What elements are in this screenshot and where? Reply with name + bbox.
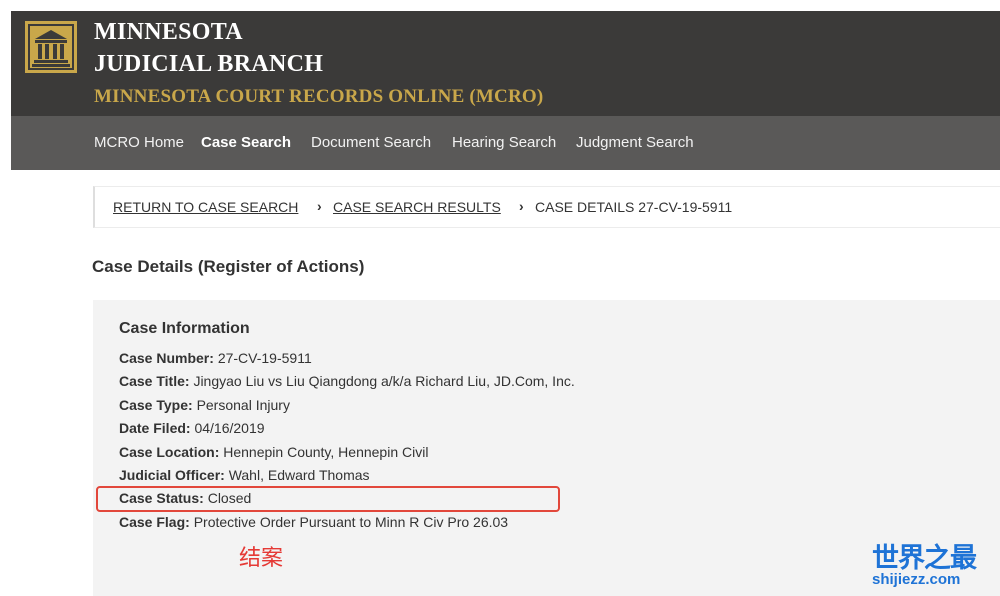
field-label: Case Location: bbox=[119, 444, 220, 460]
brand-name-line2: JUDICIAL BRANCH bbox=[94, 51, 324, 77]
field-label: Date Filed: bbox=[119, 420, 191, 436]
field-value: Personal Injury bbox=[196, 397, 290, 413]
field-case-number: Case Number: 27-CV-19-5911 bbox=[119, 350, 312, 366]
watermark-url: shijiezz.com bbox=[872, 571, 961, 588]
courthouse-icon[interactable] bbox=[25, 21, 77, 73]
field-value: 27-CV-19-5911 bbox=[217, 350, 312, 366]
field-case-status: Case Status: Closed bbox=[119, 490, 251, 506]
field-label: Judicial Officer: bbox=[119, 467, 225, 483]
field-value: Closed bbox=[207, 490, 252, 506]
field-case-location: Case Location: Hennepin County, Hennepin… bbox=[119, 444, 428, 460]
field-case-title: Case Title: Jingyao Liu vs Liu Qiangdong… bbox=[119, 373, 575, 389]
case-information-panel: Case Information Case Number: 27-CV-19-5… bbox=[93, 300, 1000, 596]
site-subtitle: MINNESOTA COURT RECORDS ONLINE (MCRO) bbox=[94, 86, 544, 107]
left-margin bbox=[0, 0, 11, 596]
field-value: 04/16/2019 bbox=[194, 420, 265, 436]
site-header: MINNESOTA JUDICIAL BRANCH MINNESOTA COUR… bbox=[11, 11, 1000, 116]
page-title: Case Details (Register of Actions) bbox=[92, 257, 365, 276]
field-value: Jingyao Liu vs Liu Qiangdong a/k/a Richa… bbox=[193, 373, 575, 389]
breadcrumb-return-to-case-search[interactable]: RETURN TO CASE SEARCH bbox=[113, 199, 298, 215]
chevron-right-icon: › bbox=[317, 198, 322, 214]
field-case-type: Case Type: Personal Injury bbox=[119, 397, 290, 413]
field-label: Case Flag: bbox=[119, 514, 190, 530]
main-nav: MCRO Home Case Search Document Search He… bbox=[11, 116, 1000, 170]
nav-item-document-search[interactable]: Document Search bbox=[311, 134, 431, 151]
chevron-right-icon: › bbox=[519, 198, 524, 214]
field-case-flag: Case Flag: Protective Order Pursuant to … bbox=[119, 514, 508, 530]
section-heading: Case Information bbox=[119, 320, 250, 337]
field-value: Protective Order Pursuant to Minn R Civ … bbox=[193, 514, 509, 530]
brand-name: MINNESOTA bbox=[94, 19, 243, 45]
field-label: Case Number: bbox=[119, 350, 214, 366]
field-label: Case Title: bbox=[119, 373, 190, 389]
field-date-filed: Date Filed: 04/16/2019 bbox=[119, 420, 265, 436]
nav-item-mcro-home[interactable]: MCRO Home bbox=[94, 134, 184, 151]
field-value: Wahl, Edward Thomas bbox=[228, 467, 370, 483]
watermark-title: 世界之最 bbox=[872, 543, 977, 573]
field-judicial-officer: Judicial Officer: Wahl, Edward Thomas bbox=[119, 467, 370, 483]
field-label: Case Status: bbox=[119, 490, 204, 506]
nav-item-judgment-search[interactable]: Judgment Search bbox=[576, 134, 694, 151]
breadcrumb-case-search-results[interactable]: CASE SEARCH RESULTS bbox=[333, 199, 501, 215]
field-label: Case Type: bbox=[119, 397, 193, 413]
field-value: Hennepin County, Hennepin Civil bbox=[223, 444, 429, 460]
nav-item-hearing-search[interactable]: Hearing Search bbox=[452, 134, 556, 151]
annotation-note: 结案 bbox=[239, 545, 284, 570]
breadcrumb-current-case: CASE DETAILS 27-CV-19-5911 bbox=[535, 199, 733, 215]
nav-item-case-search[interactable]: Case Search bbox=[201, 134, 291, 151]
breadcrumb: RETURN TO CASE SEARCH › CASE SEARCH RESU… bbox=[93, 186, 1000, 228]
